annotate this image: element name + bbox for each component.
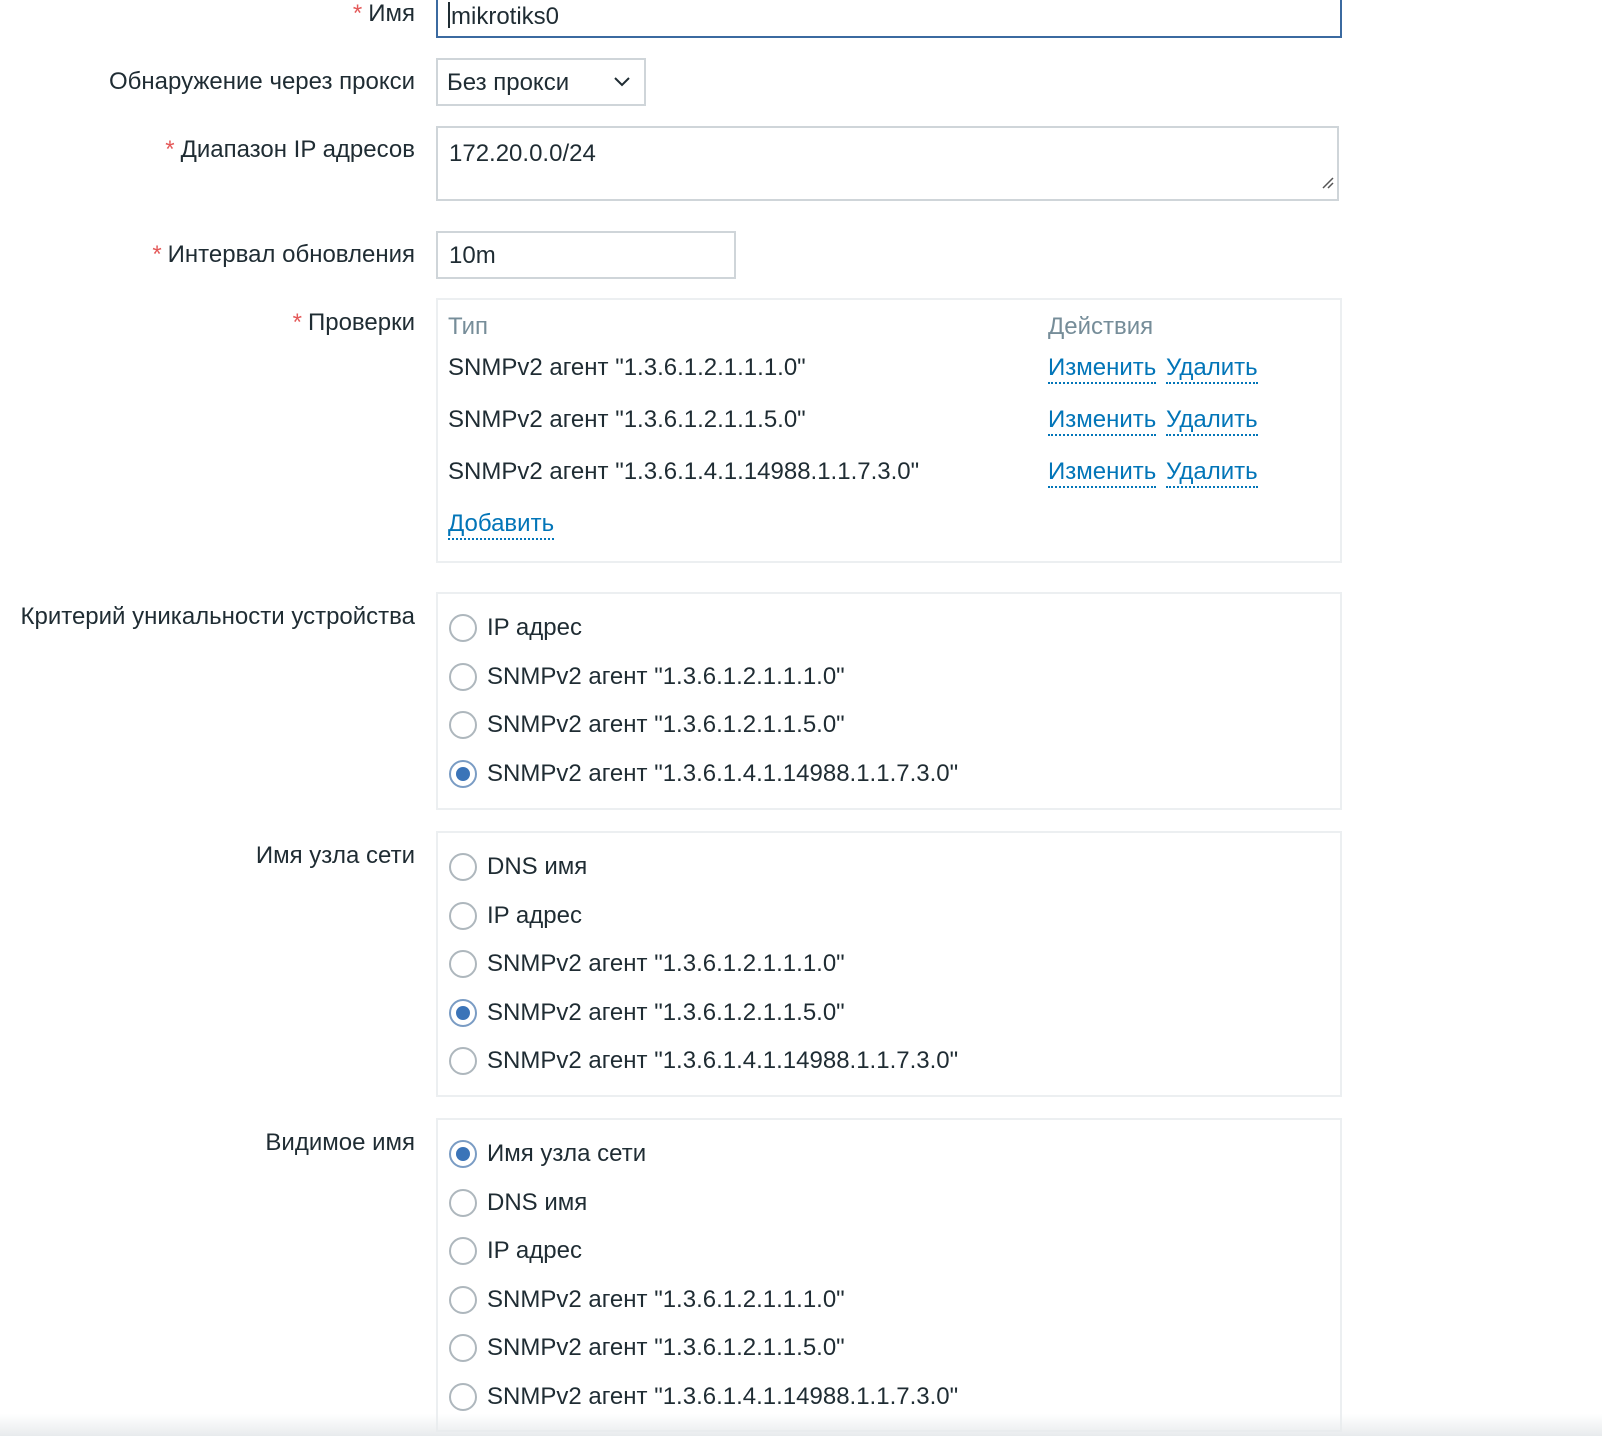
name-input[interactable]: mikrotiks0 [436,0,1342,38]
radio-button[interactable] [449,663,477,691]
proxy-select[interactable]: Без прокси [436,58,646,106]
radio-option[interactable]: SNMPv2 агент "1.3.6.1.2.1.1.1.0" [449,1283,845,1317]
radio-button[interactable] [449,711,477,739]
radio-option[interactable]: SNMPv2 агент "1.3.6.1.2.1.1.1.0" [449,660,845,694]
visible-name-label: Видимое имя [265,1129,415,1156]
remove-check-link[interactable]: Удалить [1166,406,1258,436]
interval-input[interactable]: 10m [436,231,736,279]
ip-range-label: * Диапазон IP адресов [165,136,415,163]
edit-check-link[interactable]: Изменить [1048,458,1157,488]
radio-option[interactable]: SNMPv2 агент "1.3.6.1.2.1.1.5.0" [449,996,845,1030]
radio-button[interactable] [449,853,477,881]
ip-range-textarea[interactable]: 172.20.0.0/24 [436,126,1339,201]
radio-option[interactable]: DNS имя [449,1186,587,1220]
edit-check-link[interactable]: Изменить [1048,406,1157,436]
radio-button[interactable] [449,902,477,930]
radio-button[interactable] [449,950,477,978]
radio-button[interactable] [449,1286,477,1314]
radio-option[interactable]: SNMPv2 агент "1.3.6.1.2.1.1.5.0" [449,708,845,742]
radio-option[interactable]: IP адрес [449,899,582,933]
edit-check-link[interactable]: Изменить [1048,354,1157,384]
uniqueness-radio-group: IP адрес SNMPv2 агент "1.3.6.1.2.1.1.1.0… [436,592,1342,810]
radio-option[interactable]: SNMPv2 агент "1.3.6.1.4.1.14988.1.1.7.3.… [449,757,958,791]
radio-button[interactable] [449,1383,477,1411]
radio-button[interactable] [449,1047,477,1075]
host-name-label: Имя узла сети [255,842,415,869]
interval-label: * Интервал обновления [152,241,415,268]
radio-button[interactable] [449,614,477,642]
column-header-actions: Действия [1048,313,1154,340]
chevron-down-icon [612,71,632,99]
radio-option[interactable]: IP адрес [449,1234,582,1268]
text-caret [448,2,450,28]
radio-option[interactable]: SNMPv2 агент "1.3.6.1.2.1.1.5.0" [449,1331,845,1365]
radio-button[interactable] [449,1189,477,1217]
remove-check-link[interactable]: Удалить [1166,354,1258,384]
radio-button[interactable] [449,760,477,788]
check-type: SNMPv2 агент "1.3.6.1.2.1.1.5.0" [448,406,806,433]
radio-option[interactable]: Имя узла сети [449,1137,646,1171]
check-type: SNMPv2 агент "1.3.6.1.4.1.14988.1.1.7.3.… [448,458,920,485]
remove-check-link[interactable]: Удалить [1166,458,1258,488]
checks-table: Тип Действия SNMPv2 агент "1.3.6.1.2.1.1… [436,298,1342,563]
radio-option[interactable]: SNMPv2 агент "1.3.6.1.4.1.14988.1.1.7.3.… [449,1380,958,1414]
radio-option[interactable]: SNMPv2 агент "1.3.6.1.4.1.14988.1.1.7.3.… [449,1044,958,1078]
uniqueness-label: Критерий уникальности устройства [20,603,416,630]
add-check-link[interactable]: Добавить [448,510,555,540]
radio-button[interactable] [449,1237,477,1265]
radio-option[interactable]: DNS имя [449,850,587,884]
check-type: SNMPv2 агент "1.3.6.1.2.1.1.1.0" [448,354,806,381]
radio-button[interactable] [449,999,477,1027]
name-label: * Имя [352,0,415,27]
resize-grip-icon[interactable] [1319,169,1335,197]
radio-option[interactable]: SNMPv2 агент "1.3.6.1.2.1.1.1.0" [449,947,845,981]
radio-button[interactable] [449,1334,477,1362]
visible-name-radio-group: Имя узла сети DNS имя IP адрес SNMPv2 аг… [436,1118,1342,1432]
column-header-type: Тип [448,313,489,340]
bottom-scroll-shadow [0,1414,1602,1436]
radio-button[interactable] [449,1140,477,1168]
proxy-label: Обнаружение через прокси [109,68,415,95]
host-name-radio-group: DNS имя IP адрес SNMPv2 агент "1.3.6.1.2… [436,831,1342,1097]
checks-label: * Проверки [292,309,415,336]
radio-option[interactable]: IP адрес [449,611,582,645]
